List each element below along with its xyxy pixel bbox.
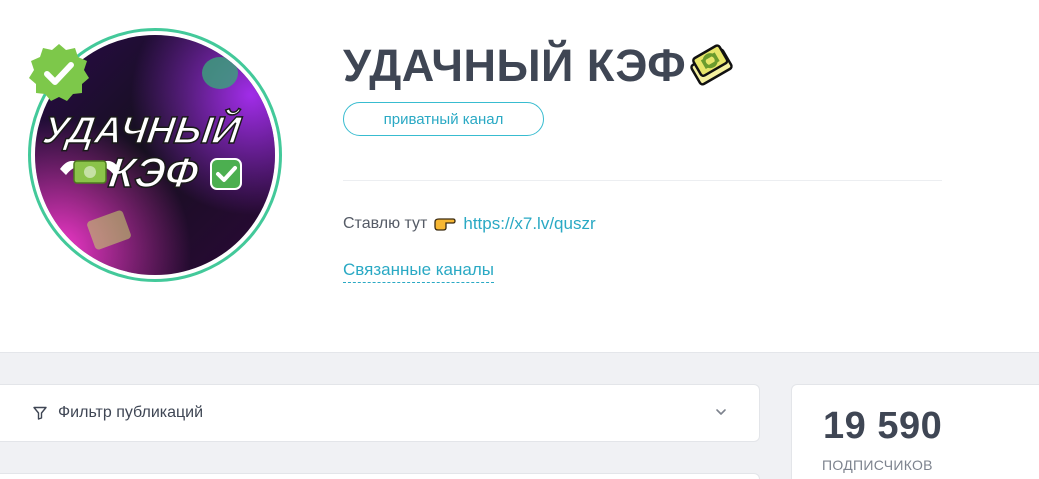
avatar-text-line2: КЭФ	[106, 149, 201, 196]
avatar-text-line1: УДАЧНЫЙ	[40, 107, 245, 152]
description-text: Ставлю тут	[343, 215, 428, 232]
header-divider	[343, 180, 942, 181]
channel-description: Ставлю тут https://x7.lv/quszr	[343, 212, 596, 236]
subscribers-card: 19 590 ПОДПИСЧИКОВ	[791, 384, 1039, 479]
related-channels-link[interactable]: Связанные каналы	[343, 260, 494, 283]
verified-badge-icon	[29, 44, 89, 101]
channel-page: УДАЧНЫЙ КЭФ УДАЧНЫЙ КЭФ приватный канал …	[0, 0, 1039, 479]
description-link[interactable]: https://x7.lv/quszr	[463, 214, 595, 234]
subscribers-count: 19 590	[823, 405, 943, 447]
pointing-right-icon	[434, 218, 457, 231]
money-bills-emoji-icon	[690, 44, 733, 86]
chevron-down-icon[interactable]	[713, 404, 729, 420]
publication-filter-dropdown[interactable]: Фильтр публикаций	[0, 384, 760, 442]
content-area: Фильтр публикаций 19 590 ПОДПИСЧИКОВ	[0, 352, 1039, 479]
channel-avatar[interactable]: УДАЧНЫЙ КЭФ	[28, 28, 282, 282]
channel-header: УДАЧНЫЙ КЭФ УДАЧНЫЙ КЭФ приватный канал …	[0, 0, 1039, 352]
channel-title: УДАЧНЫЙ КЭФ	[343, 40, 687, 91]
publications-card	[0, 473, 760, 479]
filter-label: Фильтр публикаций	[58, 404, 204, 421]
channel-type-badge: приватный канал	[343, 102, 544, 136]
filter-funnel-icon	[33, 406, 47, 420]
subscribers-label: ПОДПИСЧИКОВ	[822, 457, 933, 473]
channel-title-row: УДАЧНЫЙ КЭФ	[343, 38, 734, 94]
